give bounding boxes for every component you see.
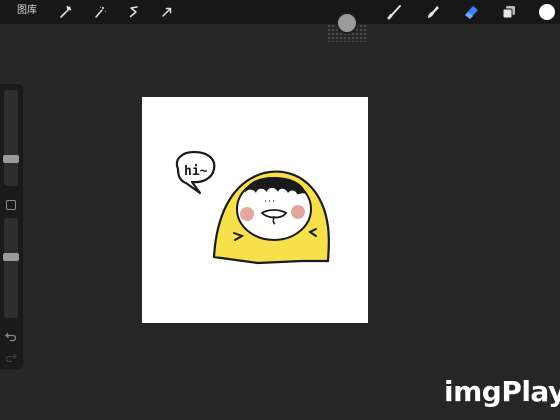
redo-icon[interactable] <box>4 350 18 364</box>
opacity-thumb[interactable] <box>3 252 19 261</box>
modify-square-icon[interactable] <box>6 200 16 210</box>
color-swatch[interactable] <box>538 3 556 21</box>
smudge-icon[interactable] <box>424 3 442 21</box>
actions-wrench-icon[interactable] <box>56 3 74 21</box>
opacity-slider[interactable] <box>4 218 18 318</box>
brush-icon[interactable] <box>386 3 404 21</box>
speech-bubble: hi~ <box>175 150 216 195</box>
adjustments-wand-icon[interactable] <box>91 3 109 21</box>
character-illustration <box>212 170 330 265</box>
drawing-canvas[interactable]: hi~ <box>142 97 368 323</box>
transform-arrow-icon[interactable] <box>158 3 176 21</box>
brush-size-slider[interactable] <box>4 90 18 186</box>
brush-size-thumb[interactable] <box>3 155 19 164</box>
layers-icon[interactable] <box>500 3 518 21</box>
undo-icon[interactable] <box>4 329 18 343</box>
eraser-icon[interactable] <box>462 3 480 21</box>
speech-bubble-text: hi~ <box>184 164 208 179</box>
left-sidebar <box>0 84 23 369</box>
top-toolbar: 图库 <box>0 0 560 24</box>
imgplay-watermark: imgPlay <box>444 375 560 408</box>
selection-s-icon[interactable] <box>125 3 143 21</box>
gallery-button[interactable]: 图库 <box>17 5 37 17</box>
selection-knob[interactable] <box>336 12 358 34</box>
